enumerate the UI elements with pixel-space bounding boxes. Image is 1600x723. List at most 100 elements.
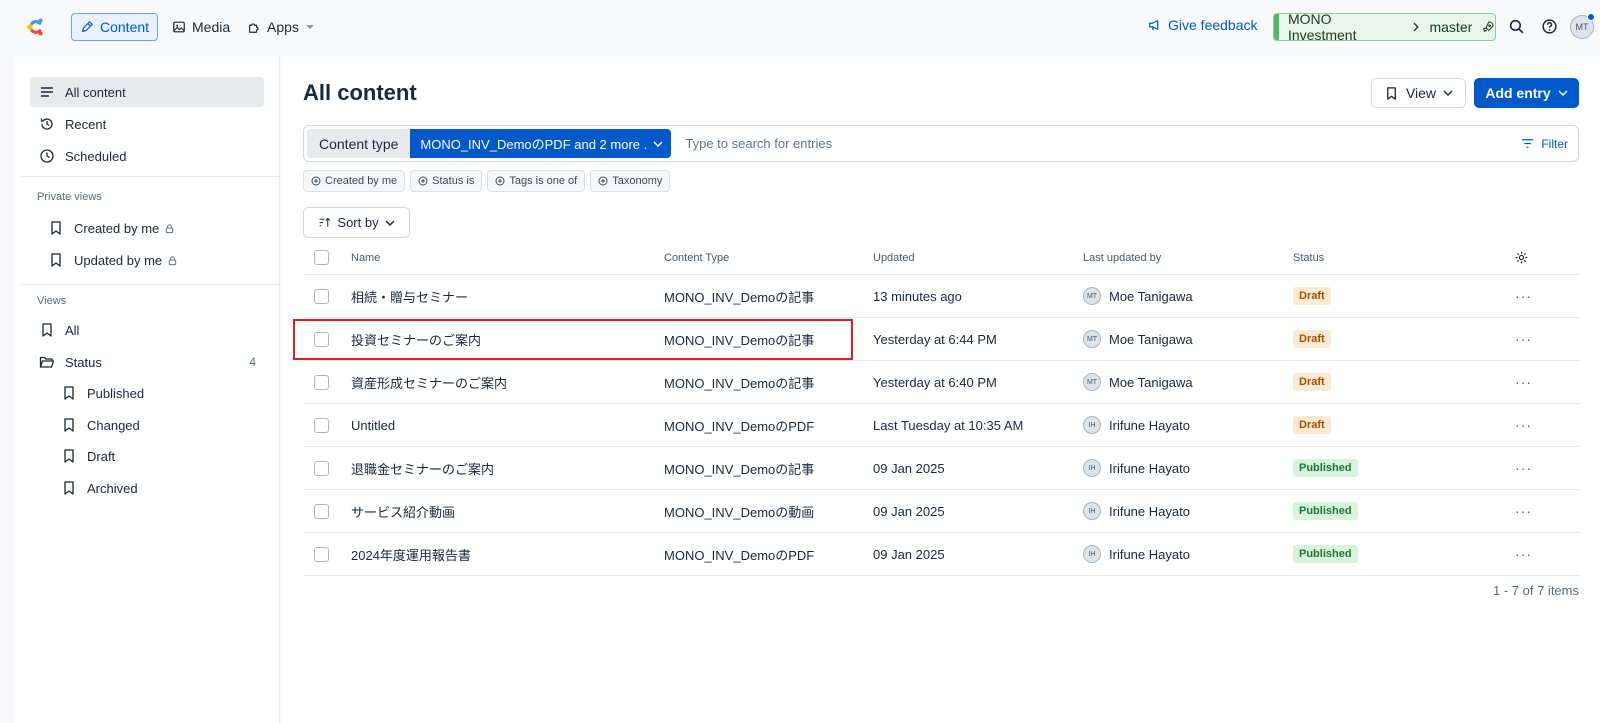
author-name: Moe Tanigawa xyxy=(1109,288,1193,304)
sidebar-item-label: Created by me xyxy=(74,220,160,236)
top-bar: Content Media Apps Give feedback MONO In… xyxy=(0,0,1600,54)
row-checkbox[interactable] xyxy=(314,288,329,304)
environment-name: master xyxy=(1429,19,1473,35)
column-header-updated[interactable]: Updated xyxy=(873,241,915,274)
table-row[interactable]: 2024年度運用報告書 MONO_INV_DemoのPDF 09 Jan 2025 I… xyxy=(303,533,1580,576)
notification-dot xyxy=(1587,13,1595,21)
chip-taxonomy[interactable]: Taxonomy xyxy=(590,170,671,192)
sidebar-item-archived[interactable]: Archived xyxy=(52,473,264,503)
entry-name[interactable]: Untitled xyxy=(351,404,395,446)
sort-by-button[interactable]: Sort by xyxy=(303,207,410,238)
more-actions-button[interactable]: ··· xyxy=(1515,288,1532,304)
entry-name[interactable]: 投資セミナーのご案内 xyxy=(351,318,481,360)
entry-name[interactable]: 相続・贈与セミナー xyxy=(351,275,468,317)
chevron-down-icon xyxy=(1443,90,1453,96)
search-icon[interactable] xyxy=(1508,18,1525,35)
column-header-last-updated-by[interactable]: Last updated by xyxy=(1083,241,1161,274)
table-row[interactable]: サービス紹介動画 MONO_INV_Demoの動画 09 Jan 2025 IH Iri… xyxy=(303,490,1580,533)
entry-content-type: MONO_INV_Demoの記事 xyxy=(664,375,815,391)
entry-last-updated-by: IH Irifune Hayato xyxy=(1083,447,1190,489)
entry-name[interactable]: 2024年度運用報告書 xyxy=(351,533,471,575)
main-panel: All content View Add entry Content type … xyxy=(281,56,1600,723)
row-checkbox[interactable] xyxy=(314,460,329,476)
sidebar-item-label: Changed xyxy=(87,417,140,433)
bookmark-icon xyxy=(64,481,74,495)
row-checkbox[interactable] xyxy=(314,503,329,519)
content-type-filter-value[interactable]: MONO_INV_DemoのPDF and 2 more . xyxy=(410,129,672,158)
more-actions-button[interactable]: ··· xyxy=(1515,417,1532,433)
entry-updated: Yesterday at 6:40 PM xyxy=(873,374,997,390)
search-input[interactable] xyxy=(685,136,1521,151)
add-entry-button[interactable]: Add entry xyxy=(1474,78,1579,108)
sidebar-item-updated-by-me[interactable]: Updated by me xyxy=(39,245,264,275)
more-actions-button[interactable]: ··· xyxy=(1515,331,1532,347)
select-all-checkbox[interactable] xyxy=(314,250,329,265)
table-row[interactable]: 相続・贈与セミナー MONO_INV_Demoの記事 13 minutes ago M… xyxy=(303,275,1580,318)
row-checkbox[interactable] xyxy=(314,331,329,347)
sidebar-item-scheduled[interactable]: Scheduled xyxy=(30,141,264,171)
content-type-value-text: MONO_INV_DemoのPDF and 2 more . xyxy=(420,137,648,152)
nav-media-button[interactable]: Media xyxy=(163,13,239,41)
nav-content-button[interactable]: Content xyxy=(71,13,159,41)
sidebar-item-changed[interactable]: Changed xyxy=(52,410,264,440)
entry-content-type: MONO_INV_Demoの記事 xyxy=(664,289,815,305)
add-entry-label: Add entry xyxy=(1485,85,1551,101)
chevron-down-icon xyxy=(653,141,663,147)
sidebar-item-created-by-me[interactable]: Created by me xyxy=(39,213,264,243)
chevron-right-icon xyxy=(1413,22,1419,32)
sidebar-item-status-folder[interactable]: Status 4 xyxy=(30,347,264,377)
nav-apps-button[interactable]: Apps xyxy=(238,13,324,41)
megaphone-icon xyxy=(1149,20,1159,31)
author-avatar: IH xyxy=(1083,416,1101,434)
entry-last-updated-by: MT Moe Tanigawa xyxy=(1083,275,1193,317)
table-row[interactable]: Untitled MONO_INV_DemoのPDF Last Tuesday at… xyxy=(303,404,1580,447)
table-row[interactable]: 投資セミナーのご案内 MONO_INV_Demoの記事 Yesterday at 6… xyxy=(293,318,1580,361)
sidebar-item-all-content[interactable]: All content xyxy=(30,77,264,107)
environment-switcher[interactable]: MONO Investment master xyxy=(1273,11,1496,43)
entry-last-updated-by: MT Moe Tanigawa xyxy=(1083,318,1193,360)
table-row[interactable]: 資産形成セミナーのご案内 MONO_INV_Demoの記事 Yesterday at… xyxy=(303,361,1580,404)
entry-name[interactable]: サービス紹介動画 xyxy=(351,490,455,532)
row-checkbox[interactable] xyxy=(314,374,329,390)
sidebar-item-recent[interactable]: Recent xyxy=(30,109,264,139)
filter-button[interactable]: Filter xyxy=(1520,136,1568,151)
author-name: Moe Tanigawa xyxy=(1109,331,1193,347)
list-icon xyxy=(41,87,53,97)
entry-last-updated-by: IH Irifune Hayato xyxy=(1083,404,1190,446)
row-checkbox[interactable] xyxy=(314,546,329,562)
chip-created-by-me[interactable]: Created by me xyxy=(303,170,406,192)
table-row[interactable]: 退職金セミナーのご案内 MONO_INV_Demoの記事 09 Jan 2025 IH… xyxy=(303,447,1580,490)
views-heading: Views xyxy=(37,295,67,307)
user-avatar[interactable]: MT xyxy=(1570,13,1595,39)
sidebar-item-draft[interactable]: Draft xyxy=(52,441,264,471)
content-type-filter-label[interactable]: Content type xyxy=(307,129,411,158)
more-actions-button[interactable]: ··· xyxy=(1515,503,1532,519)
column-header-content-type[interactable]: Content Type xyxy=(664,241,729,274)
chip-status-is[interactable]: Status is xyxy=(410,170,483,192)
bookmark-icon xyxy=(64,449,74,463)
status-badge: Published xyxy=(1293,459,1358,477)
plus-circle-icon xyxy=(418,176,428,186)
row-checkbox[interactable] xyxy=(314,417,329,433)
entry-updated: Last Tuesday at 10:35 AM xyxy=(873,417,1024,433)
contentful-logo-icon[interactable] xyxy=(24,15,48,39)
column-header-name[interactable]: Name xyxy=(351,241,380,274)
view-button[interactable]: View xyxy=(1371,78,1466,108)
help-icon[interactable] xyxy=(1541,18,1558,35)
gear-icon[interactable] xyxy=(1514,250,1529,265)
sidebar-item-published[interactable]: Published xyxy=(52,378,264,408)
sidebar-divider xyxy=(21,284,280,285)
more-actions-button[interactable]: ··· xyxy=(1515,546,1532,562)
entry-name[interactable]: 資産形成セミナーのご案内 xyxy=(351,361,507,403)
space-name: MONO Investment xyxy=(1288,11,1357,43)
entry-name[interactable]: 退職金セミナーのご案内 xyxy=(351,447,494,489)
more-actions-button[interactable]: ··· xyxy=(1515,374,1532,390)
chip-tags-is-one-of[interactable]: Tags is one of xyxy=(487,170,586,192)
more-actions-button[interactable]: ··· xyxy=(1515,460,1532,476)
entry-updated: 09 Jan 2025 xyxy=(873,460,945,476)
table-header: Name Content Type Updated Last updated b… xyxy=(303,241,1580,275)
column-header-status[interactable]: Status xyxy=(1293,241,1324,274)
give-feedback-link[interactable]: Give feedback xyxy=(1148,17,1258,33)
sidebar-item-label: Archived xyxy=(87,480,138,496)
sidebar-item-all[interactable]: All xyxy=(30,315,264,345)
